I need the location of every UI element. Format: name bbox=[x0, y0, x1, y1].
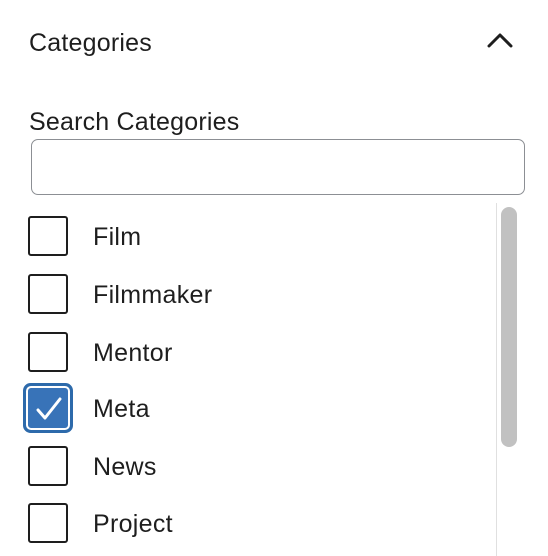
categories-panel-header[interactable]: Categories bbox=[0, 0, 548, 88]
category-label[interactable]: News bbox=[93, 452, 157, 482]
category-label[interactable]: Meta bbox=[93, 394, 150, 424]
category-label[interactable]: Filmmaker bbox=[93, 280, 212, 310]
chevron-up-icon[interactable] bbox=[484, 28, 516, 52]
categories-panel: Categories Search Categories Film Filmma… bbox=[0, 0, 548, 556]
category-item-mentor: Mentor bbox=[0, 319, 496, 377]
search-categories-label: Search Categories bbox=[29, 108, 240, 136]
checkbox[interactable] bbox=[28, 332, 68, 372]
category-item-project: Project bbox=[0, 490, 496, 548]
checkbox[interactable] bbox=[28, 503, 68, 543]
category-checklist: Film Filmmaker Mentor Meta News Project bbox=[0, 203, 496, 556]
checkbox-checked[interactable] bbox=[28, 388, 68, 428]
category-label[interactable]: Project bbox=[93, 509, 173, 539]
category-item-filmmaker: Filmmaker bbox=[0, 261, 496, 319]
search-categories-input[interactable] bbox=[31, 139, 525, 195]
checkbox[interactable] bbox=[28, 446, 68, 486]
checkbox[interactable] bbox=[28, 274, 68, 314]
category-item-film: Film bbox=[0, 203, 496, 261]
category-item-news: News bbox=[0, 433, 496, 491]
checkmark-icon bbox=[36, 397, 62, 420]
category-label[interactable]: Mentor bbox=[93, 338, 173, 368]
checkbox[interactable] bbox=[28, 216, 68, 256]
category-item-meta: Meta bbox=[0, 375, 496, 433]
scrollbar-divider bbox=[496, 203, 497, 556]
category-label[interactable]: Film bbox=[93, 222, 141, 252]
panel-title: Categories bbox=[29, 29, 152, 57]
scrollbar-thumb[interactable] bbox=[501, 207, 517, 447]
